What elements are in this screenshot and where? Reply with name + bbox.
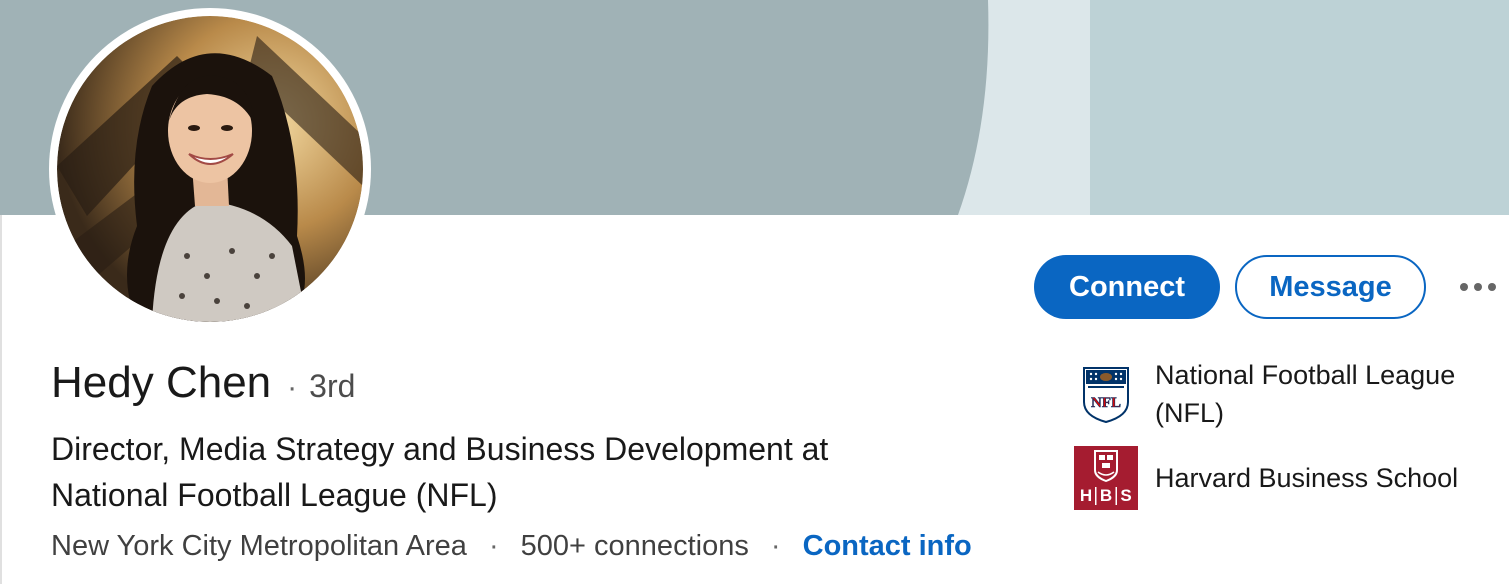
current-company-name: National Football League (NFL)	[1155, 360, 1456, 428]
education-school-link[interactable]: H B S Harvard Business School	[1074, 446, 1485, 510]
degree-separator: ·	[287, 371, 298, 404]
profile-card: Connect Message Hedy Chen · 3rd Director…	[0, 0, 1509, 584]
connection-degree: 3rd	[309, 368, 356, 404]
svg-text:S: S	[1120, 486, 1131, 505]
more-actions-button[interactable]	[1448, 262, 1508, 312]
nfl-shield-logo: NFL	[1074, 362, 1138, 426]
meta-separator: ·	[770, 530, 781, 562]
connections-count: 500+ connections	[520, 530, 749, 562]
connect-button-label: Connect	[1069, 270, 1185, 303]
meta-separator: ·	[488, 530, 499, 562]
nfl-logo-text: NFL	[1091, 395, 1121, 411]
profile-headline: Director, Media Strategy and Business De…	[51, 431, 829, 513]
svg-text:H: H	[1080, 486, 1092, 505]
profile-meta-row: New York City Metropolitan Area · 500+ c…	[51, 530, 972, 563]
profile-name: Hedy Chen	[51, 358, 272, 407]
message-button-label: Message	[1269, 270, 1392, 303]
contact-info-link[interactable]: Contact info	[803, 530, 972, 562]
more-horizontal-icon	[1460, 283, 1468, 291]
hbs-crest-logo: H B S	[1074, 446, 1138, 510]
profile-name-row: Hedy Chen · 3rd	[51, 358, 355, 408]
connect-button[interactable]: Connect	[1034, 255, 1220, 319]
more-horizontal-icon-dot	[1474, 283, 1482, 291]
current-company-link[interactable]: NFL National Football League (NFL)	[1074, 356, 1485, 432]
profile-photo[interactable]	[49, 8, 371, 330]
education-school-name: Harvard Business School	[1155, 463, 1459, 493]
profile-location: New York City Metropolitan Area	[51, 530, 467, 562]
svg-text:B: B	[1100, 486, 1112, 505]
message-button[interactable]: Message	[1235, 255, 1426, 319]
more-horizontal-icon-dot	[1488, 283, 1496, 291]
